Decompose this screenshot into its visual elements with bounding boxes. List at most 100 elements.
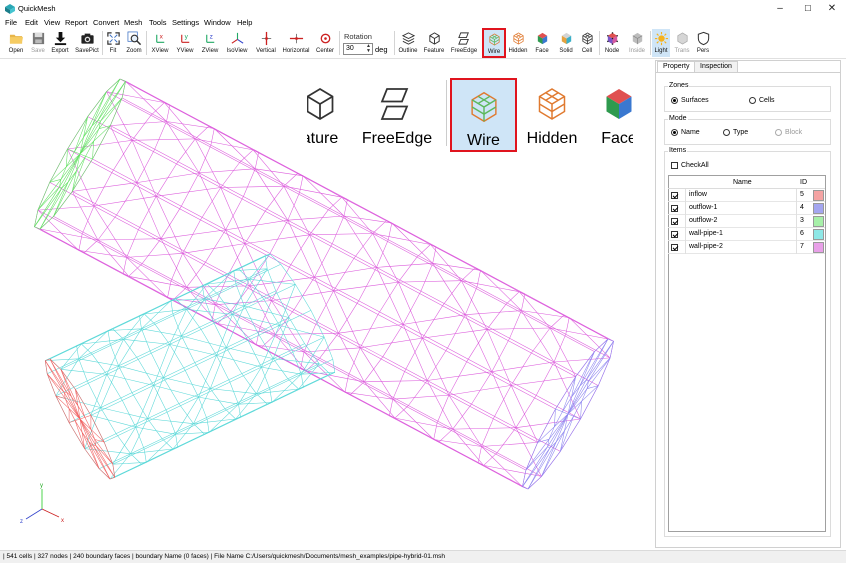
mode-type-radio[interactable]: Type [723, 129, 748, 136]
wire-cube-icon [470, 91, 497, 123]
checkall-checkbox[interactable]: CheckAll [671, 162, 709, 169]
yview-button[interactable]: y YView [174, 29, 196, 57]
wire-cube-icon [488, 33, 500, 46]
row-checkbox[interactable] [671, 218, 678, 225]
solid-cube-icon [561, 32, 571, 45]
save-button[interactable]: Save [28, 29, 48, 57]
vertical-axis-icon [261, 31, 271, 46]
y-axis-view-icon: y [180, 34, 189, 43]
minimize-button[interactable]: – [766, 0, 794, 17]
color-swatch[interactable] [813, 190, 824, 201]
outline-layers-icon [401, 32, 415, 45]
horizontal-button[interactable]: Horizontal [281, 29, 311, 57]
menu-tools[interactable]: Tools [149, 18, 167, 27]
outline-button[interactable]: Outline [397, 29, 419, 57]
wire-button[interactable]: Wire [482, 28, 506, 58]
face-button[interactable]: Face [531, 29, 553, 57]
iso-axis-view-icon [231, 32, 243, 44]
rotation-unit: deg [375, 45, 388, 54]
feature-button[interactable]: Feature [422, 29, 446, 57]
mode-block-radio[interactable]: Block [775, 129, 802, 136]
color-swatch[interactable] [813, 216, 824, 227]
pers-button[interactable]: Pers [694, 29, 712, 57]
axis-y-label: y [40, 483, 43, 489]
light-button[interactable]: Light [652, 29, 670, 57]
toolbar-separator [102, 31, 103, 55]
folder-icon [9, 34, 23, 44]
title-bar: QuickMesh – ☐ ✕ [0, 0, 846, 17]
face-cube-icon [606, 89, 632, 119]
close-button[interactable]: ✕ [818, 0, 846, 17]
xview-button[interactable]: x XView [149, 29, 171, 57]
trans-button[interactable]: Trans [672, 29, 692, 57]
table-row[interactable]: outflow-1 4 [668, 202, 825, 215]
column-name[interactable]: Name [733, 179, 752, 186]
app-logo-icon [5, 4, 15, 14]
menu-settings[interactable]: Settings [172, 18, 199, 27]
zview-button[interactable]: z ZView [199, 29, 221, 57]
open-button[interactable]: Open [6, 29, 26, 57]
mesh-viewport[interactable]: y x z ature FreeEdge Wire Hidden [0, 59, 645, 549]
savepict-button[interactable]: SavePict [74, 29, 100, 57]
free-edge-icon [457, 32, 469, 45]
zoom-freeedge-tile: FreeEdge [359, 76, 435, 153]
download-arrow-icon [54, 31, 66, 46]
table-row[interactable]: wall-pipe-1 6 [668, 228, 825, 241]
hidden-button[interactable]: Hidden [508, 29, 528, 57]
zones-surfaces-radio[interactable]: Surfaces [671, 97, 709, 104]
column-id[interactable]: ID [800, 179, 807, 186]
zoom-feature-tile: ature [307, 76, 355, 153]
axis-z-label: z [20, 519, 23, 525]
zones-cells-radio[interactable]: Cells [749, 97, 775, 104]
rotation-spinner[interactable]: ▲ ▼ [365, 44, 372, 54]
window-title: QuickMesh [18, 4, 56, 13]
node-button[interactable]: Node [602, 29, 622, 57]
vertical-button[interactable]: Vertical [253, 29, 279, 57]
freeedge-button[interactable]: FreeEdge [449, 29, 479, 57]
axis-x-label: x [61, 518, 64, 524]
menu-window[interactable]: Window [204, 18, 231, 27]
menu-file[interactable]: File [5, 18, 17, 27]
export-button[interactable]: Export [49, 29, 71, 57]
cell-button[interactable]: Cell [578, 29, 596, 57]
table-row[interactable]: inflow 5 [668, 189, 825, 202]
toolbar-zoom-inset: ature FreeEdge Wire Hidden Face [307, 76, 633, 153]
toolbar-separator [599, 31, 600, 55]
row-checkbox[interactable] [671, 192, 678, 199]
magnifier-icon [127, 31, 141, 46]
table-row[interactable]: wall-pipe-2 7 [668, 241, 825, 254]
free-edge-icon [380, 88, 409, 120]
row-checkbox[interactable] [671, 244, 678, 251]
toolbar-separator [146, 31, 147, 55]
fit-button[interactable]: Fit [105, 29, 121, 57]
inside-button[interactable]: Inside [626, 29, 648, 57]
center-button[interactable]: Center [313, 29, 337, 57]
toolbar-separator [394, 31, 395, 55]
tab-underline [656, 72, 840, 73]
tab-inspection[interactable]: Inspection [694, 61, 738, 72]
fit-icon [106, 32, 120, 45]
feature-cube-icon [428, 32, 440, 45]
zoom-button[interactable]: Zoom [124, 29, 144, 57]
menu-convert[interactable]: Convert [93, 18, 119, 27]
color-swatch[interactable] [813, 203, 824, 214]
menu-report[interactable]: Report [65, 18, 88, 27]
feature-cube-icon [307, 87, 334, 121]
toolbar-separator [446, 80, 447, 146]
color-swatch[interactable] [813, 242, 824, 253]
inside-cube-icon [632, 32, 642, 45]
table-row[interactable]: outflow-2 3 [668, 215, 825, 228]
menu-edit[interactable]: Edit [25, 18, 38, 27]
color-swatch[interactable] [813, 229, 824, 240]
menu-view[interactable]: View [44, 18, 60, 27]
mode-name-radio[interactable]: Name [671, 129, 700, 136]
menu-bar: File Edit View Report Convert Mesh Tools… [0, 17, 846, 28]
svg-text:y: y [184, 34, 188, 41]
solid-button[interactable]: Solid [556, 29, 576, 57]
row-checkbox[interactable] [671, 205, 678, 212]
row-checkbox[interactable] [671, 231, 678, 238]
toolbar-separator [339, 31, 340, 55]
menu-mesh[interactable]: Mesh [124, 18, 142, 27]
isoview-button[interactable]: IsoView [224, 29, 250, 57]
menu-help[interactable]: Help [237, 18, 252, 27]
